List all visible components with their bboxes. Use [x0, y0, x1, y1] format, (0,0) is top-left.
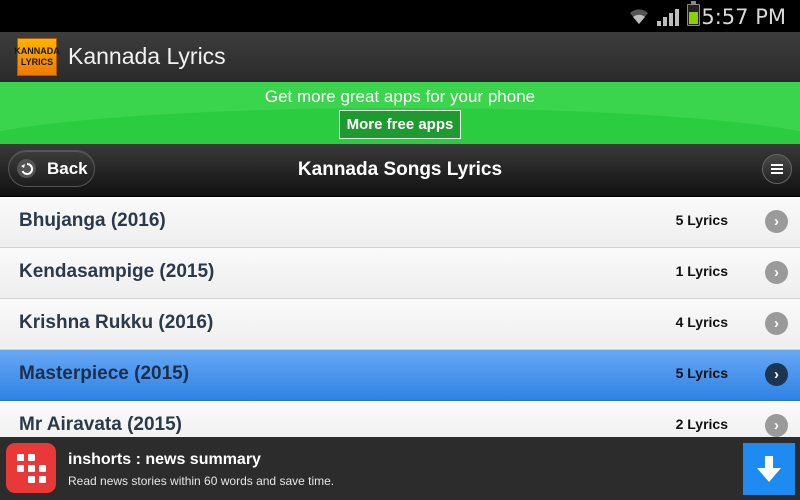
download-arrow-icon: [757, 456, 781, 482]
item-count: 5 Lyrics: [675, 212, 728, 228]
chevron-right-icon: ›: [765, 312, 788, 335]
promo-banner: Get more great apps for your phone More …: [0, 82, 800, 144]
menu-button[interactable]: [762, 154, 792, 184]
ad-description: Read news stories within 60 words and sa…: [68, 474, 335, 488]
item-title: Mr Airavata (2015): [19, 414, 182, 435]
list-item-selected[interactable]: Masterpiece (2015) 5 Lyrics ›: [0, 350, 800, 401]
list-item[interactable]: Bhujanga (2016) 5 Lyrics ›: [0, 197, 800, 248]
ad-title: inshorts : news summary: [68, 451, 261, 468]
inshorts-logo-icon: [6, 443, 56, 493]
item-count: 4 Lyrics: [675, 314, 728, 330]
item-count: 1 Lyrics: [675, 263, 728, 279]
action-bar: KANNADA LYRICS Kannada Lyrics: [0, 32, 800, 82]
item-title: Bhujanga (2016): [19, 210, 166, 231]
list-item[interactable]: Kendasampige (2015) 1 Lyrics ›: [0, 248, 800, 299]
page-title: Kannada Songs Lyrics: [297, 159, 503, 180]
promo-text: Get more great apps for your phone: [264, 87, 536, 106]
battery-icon: [687, 1, 700, 26]
item-title: Krishna Rukku (2016): [19, 312, 214, 333]
chevron-right-icon: ›: [765, 210, 788, 233]
status-icons: [629, 1, 700, 26]
item-count: 2 Lyrics: [675, 416, 728, 432]
chevron-right-icon: ›: [765, 261, 788, 284]
list-item[interactable]: Krishna Rukku (2016) 4 Lyrics ›: [0, 299, 800, 350]
app-logo: KANNADA LYRICS: [14, 38, 60, 76]
app-logo-text-line1: KANNADA: [14, 46, 60, 56]
item-title: Masterpiece (2015): [19, 363, 190, 384]
list-item[interactable]: Mr Airavata (2015) 2 Lyrics ›: [0, 401, 800, 437]
item-title: Kendasampige (2015): [19, 261, 215, 282]
wifi-icon: [630, 9, 648, 24]
app-title: Kannada Lyrics: [68, 43, 226, 69]
download-button[interactable]: [743, 443, 795, 495]
chevron-right-icon: ›: [765, 414, 788, 437]
more-free-apps-button[interactable]: More free apps: [339, 110, 461, 139]
song-list: Bhujanga (2016) 5 Lyrics › Kendasampige …: [0, 197, 800, 437]
status-time: 5:57 PM: [701, 5, 786, 29]
item-count: 5 Lyrics: [675, 365, 728, 381]
chevron-right-icon: ›: [765, 363, 788, 386]
status-bar: 5:57 PM: [0, 0, 800, 32]
menu-icon: [771, 164, 783, 166]
signal-icon: [657, 6, 679, 26]
app-logo-text-line2: LYRICS: [20, 57, 54, 67]
nav-bar: Back Kannada Songs Lyrics: [0, 144, 800, 197]
ad-banner[interactable]: inshorts : news summary Read news storie…: [0, 437, 800, 500]
